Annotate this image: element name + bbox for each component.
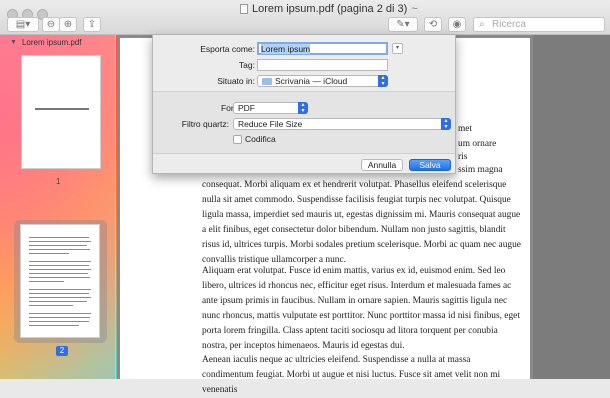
page-number-1: 1 bbox=[56, 177, 61, 186]
sidebar-toggle-button[interactable]: ▤▾ bbox=[7, 17, 39, 32]
zoom-out-icon: ⊖ bbox=[46, 19, 56, 30]
zoom-in-icon: ⊕ bbox=[63, 19, 73, 30]
search-icon: ⌕ bbox=[479, 19, 485, 30]
sidebar-file-name: Lorem ipsum.pdf bbox=[21, 38, 82, 47]
chevron-down-icon: ▾ bbox=[395, 45, 399, 51]
title-bar: ▤▾ ⊖ ⊕ ⇪ Lorem ipsum.pdf (pagina 2 di 3)… bbox=[0, 0, 610, 35]
zoom-out-button[interactable]: ⊖ bbox=[42, 17, 60, 32]
partial-line-1: met bbox=[458, 124, 473, 134]
paragraph-2: Aliquam erat volutpat. Fusce id enim mat… bbox=[202, 266, 520, 351]
format-value: PDF bbox=[238, 103, 255, 113]
location-label: Situato in: bbox=[217, 76, 255, 86]
pen-icon: ✎▾ bbox=[396, 19, 410, 30]
sidebar-file-header[interactable]: ▼ Lorem ipsum.pdf bbox=[10, 38, 82, 47]
page-thumbnail-1[interactable] bbox=[21, 55, 101, 169]
rotate-button[interactable]: ⟲ bbox=[424, 17, 442, 32]
tags-field[interactable] bbox=[257, 59, 388, 71]
rotate-icon: ⟲ bbox=[428, 19, 438, 30]
disclosure-triangle-icon[interactable]: ▼ bbox=[10, 39, 17, 46]
share-icon: ⇪ bbox=[87, 19, 97, 30]
window-title: Lorem ipsum.pdf (pagina 2 di 3) ~ bbox=[240, 3, 418, 15]
location-value: Scrivania — iCloud bbox=[275, 76, 348, 86]
search-field[interactable]: ⌕ Ricerca bbox=[473, 17, 605, 32]
search-placeholder: Ricerca bbox=[492, 19, 526, 30]
thumbnail-sidebar: ▼ Lorem ipsum.pdf 1 2 bbox=[0, 35, 116, 379]
share-button[interactable]: ⇪ bbox=[83, 17, 101, 32]
paragraph-1: consequat. Morbi aliquam ex et hendrerit… bbox=[202, 180, 521, 265]
select-arrows-icon: ▴ ▾ bbox=[298, 102, 308, 114]
window-background-area bbox=[533, 35, 610, 379]
page-thumbnail-2[interactable] bbox=[20, 224, 100, 338]
thumbnail-title-line bbox=[35, 108, 89, 110]
quartz-filter-label: Filtro quartz: bbox=[181, 119, 229, 129]
markup-button[interactable]: ✎▾ bbox=[388, 17, 418, 32]
export-as-field[interactable]: Lorem ipsum bbox=[257, 42, 388, 55]
export-as-value: Lorem ipsum bbox=[261, 44, 311, 54]
document-icon bbox=[240, 4, 248, 14]
annotate-button[interactable]: ◉ bbox=[448, 17, 466, 32]
tags-label: Tag: bbox=[238, 60, 255, 70]
select-arrows-icon: ▴ ▾ bbox=[378, 75, 388, 87]
location-select[interactable]: Scrivania — iCloud ▴ ▾ bbox=[257, 75, 388, 87]
cancel-button[interactable]: Annulla bbox=[361, 159, 403, 171]
quartz-filter-select[interactable]: Reduce File Size ▴ ▾ bbox=[233, 118, 451, 130]
format-select[interactable]: PDF ▴ ▾ bbox=[233, 102, 308, 114]
expand-button[interactable]: ▾ bbox=[392, 43, 403, 54]
partial-line-4: ssim magna bbox=[458, 165, 503, 175]
annotate-icon: ◉ bbox=[452, 19, 462, 30]
export-as-label: Esporta come: bbox=[200, 44, 255, 54]
save-button[interactable]: Salva bbox=[409, 159, 451, 171]
zoom-in-button[interactable]: ⊕ bbox=[59, 17, 77, 32]
window-title-text: Lorem ipsum.pdf (pagina 2 di 3) bbox=[252, 3, 408, 15]
export-sheet: Esporta come: Lorem ipsum ▾ Tag: Situato… bbox=[152, 35, 456, 174]
encrypt-label: Codifica bbox=[245, 134, 276, 144]
title-chevron[interactable]: ~ bbox=[411, 3, 417, 15]
encrypt-checkbox[interactable] bbox=[233, 135, 242, 144]
paragraph-3: Aenean iaculis neque ac ultricies eleife… bbox=[202, 355, 501, 395]
quartz-filter-value: Reduce File Size bbox=[238, 119, 303, 129]
page-number-2: 2 bbox=[56, 346, 68, 356]
sidebar-icon: ▤▾ bbox=[15, 19, 31, 30]
select-arrows-icon: ▴ ▾ bbox=[441, 118, 451, 130]
folder-icon bbox=[262, 78, 272, 86]
preview-window: ▤▾ ⊖ ⊕ ⇪ Lorem ipsum.pdf (pagina 2 di 3)… bbox=[0, 0, 610, 395]
